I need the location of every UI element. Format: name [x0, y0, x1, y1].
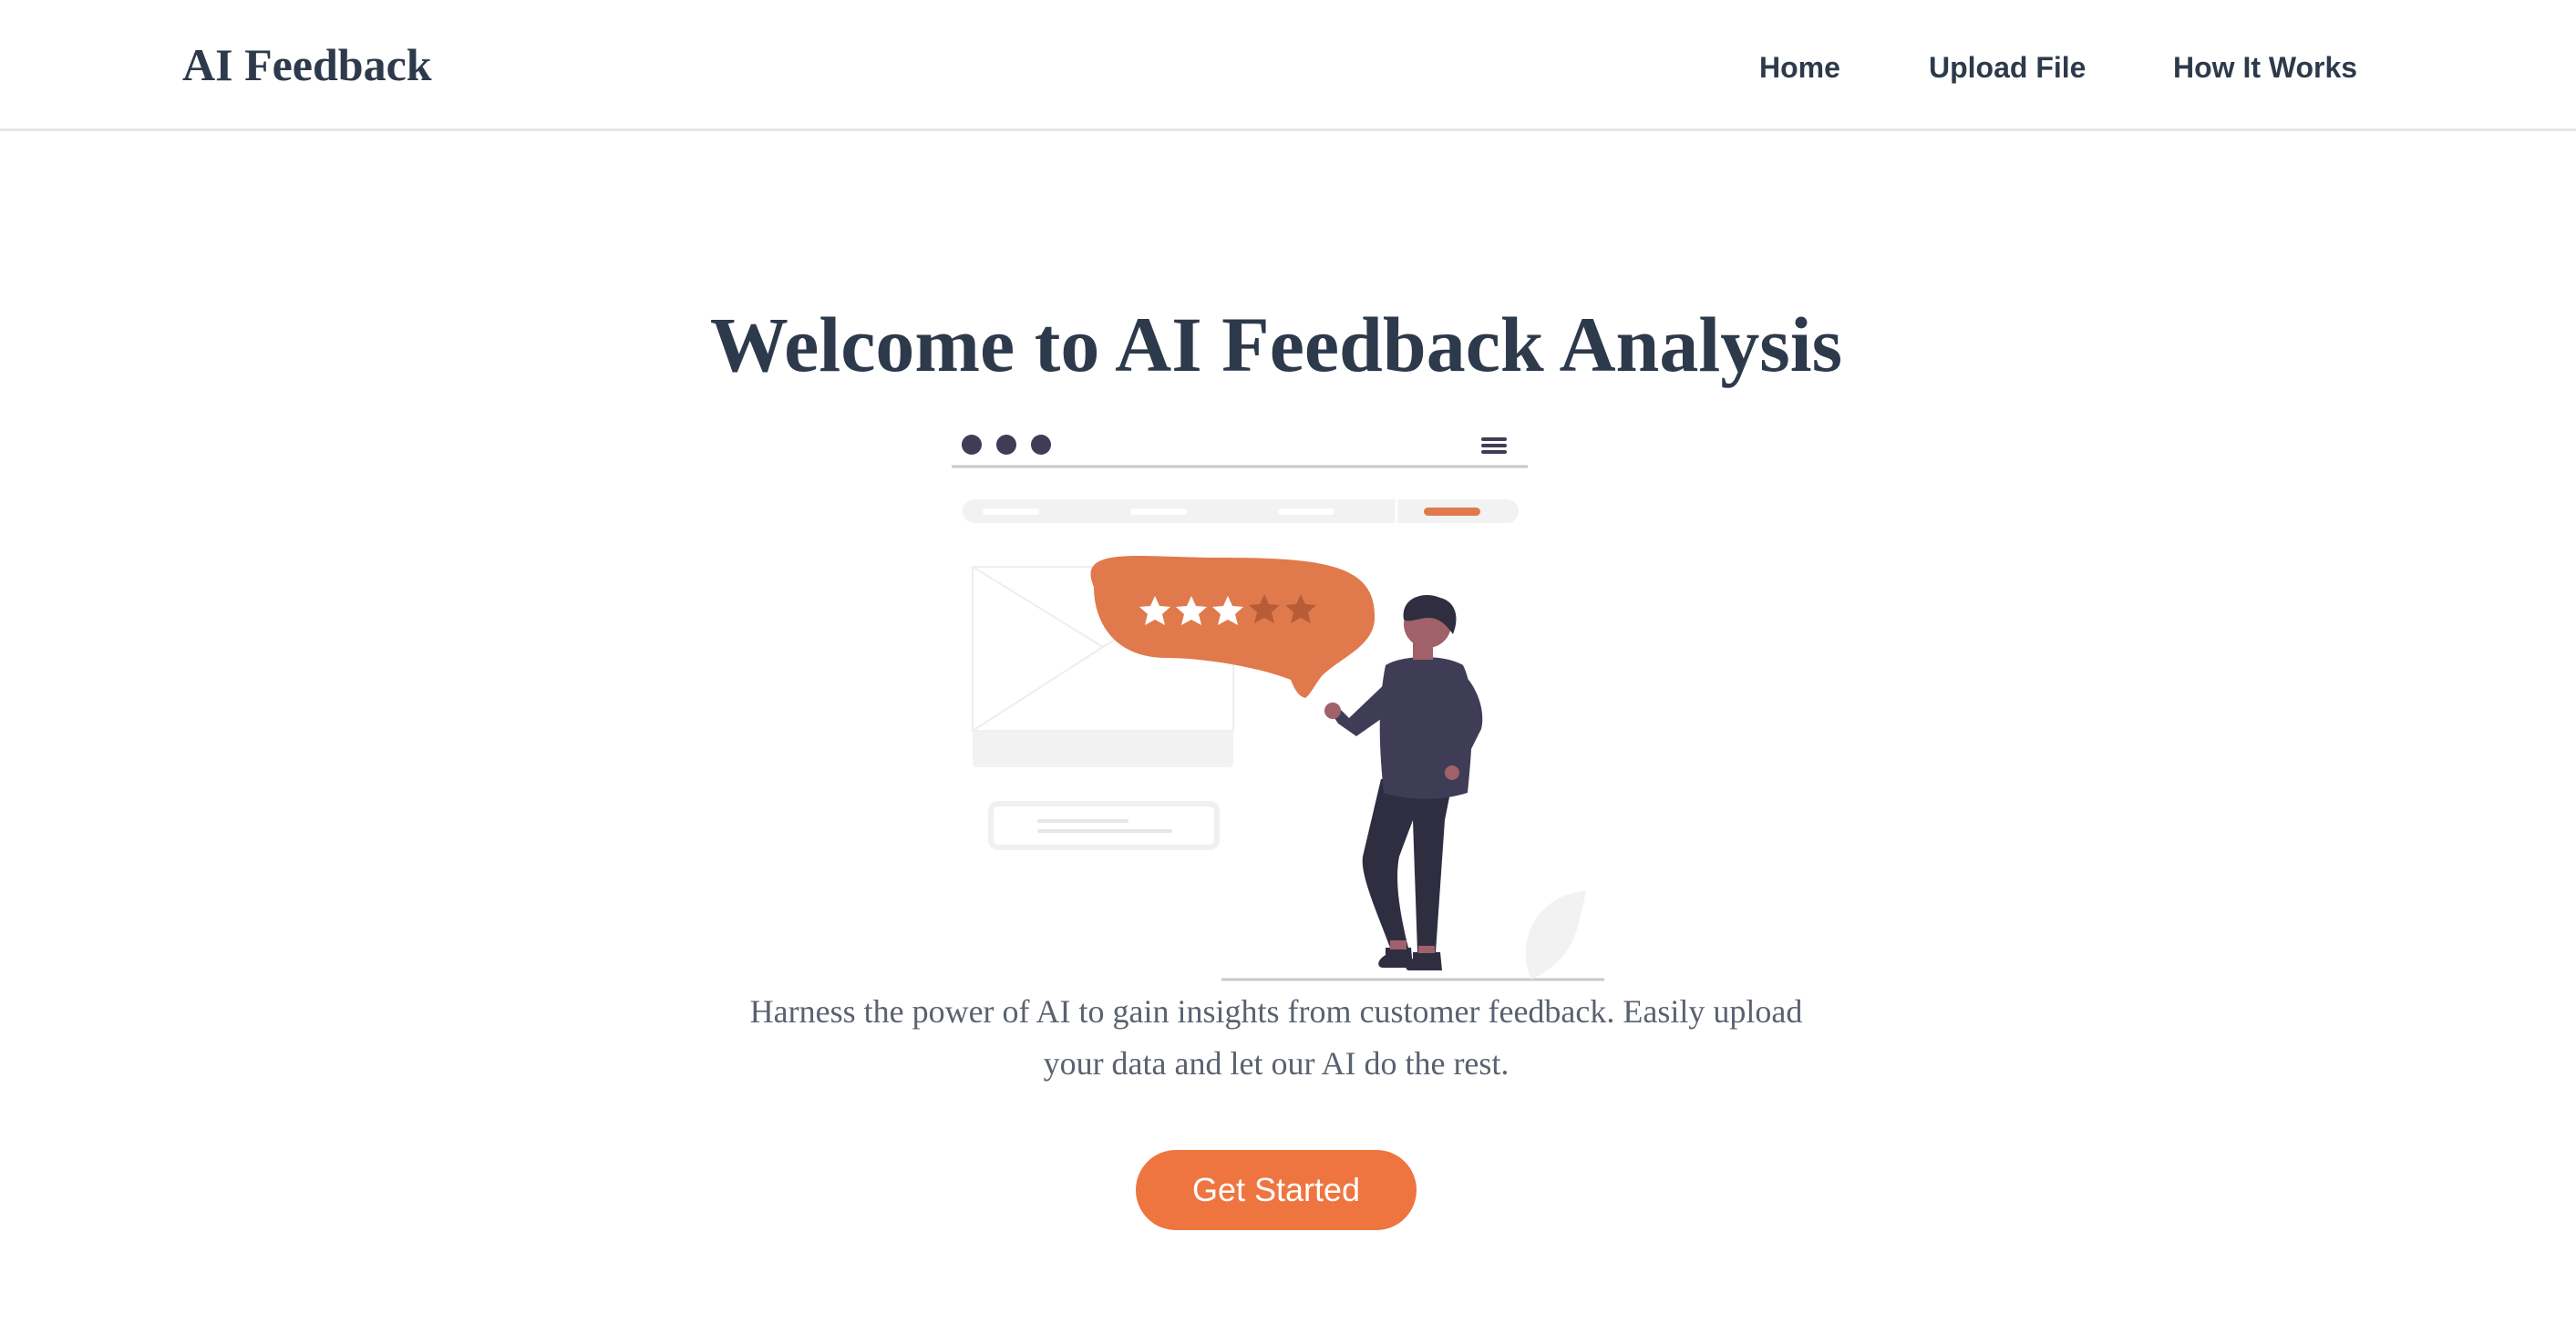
nav-upload-file-link[interactable]: Upload File: [1929, 51, 2086, 85]
feedback-rating-illustration: [952, 435, 1604, 981]
nav-home-link[interactable]: Home: [1759, 51, 1840, 85]
hero-title: Welcome to AI Feedback Analysis: [709, 301, 1843, 388]
hero-description: Harness the power of AI to gain insights…: [749, 993, 1803, 1082]
nav-how-it-works-link[interactable]: How It Works: [2173, 51, 2357, 85]
top-navbar: AI Feedback Home Upload File How It Work…: [0, 0, 2576, 131]
get-started-button[interactable]: Get Started: [1136, 1150, 1417, 1230]
brand-logo-link[interactable]: AI Feedback: [182, 38, 432, 91]
